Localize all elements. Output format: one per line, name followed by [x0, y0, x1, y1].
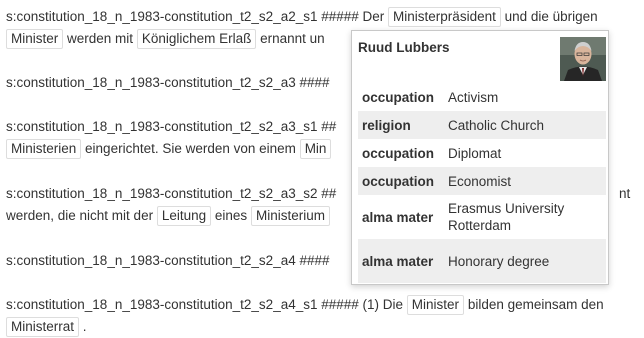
sentence-text: und die übrigen — [504, 9, 598, 24]
fact-row: occupation Diplomat — [358, 139, 606, 167]
paragraph-a4-s1-line2: Ministerrat . — [6, 316, 644, 338]
sentence-id-text: s:constitution_18_n_1983-constitution_t2… — [6, 253, 330, 268]
fact-row: alma mater Erasmus University Rotterdam — [358, 195, 606, 239]
sentence-text: eines — [214, 208, 248, 223]
fact-value: Diplomat — [448, 145, 502, 161]
fact-row: religion Catholic Church — [358, 111, 606, 139]
fact-value: Activism — [448, 89, 499, 105]
entity-tag-minister[interactable]: Minister — [6, 29, 64, 49]
fact-value: Erasmus University Rotterdam — [448, 201, 565, 233]
sentence-text: eingerichtet. Sie werden von einem — [85, 141, 296, 156]
fact-key: occupation — [362, 173, 435, 189]
fact-row: occupation Activism — [358, 83, 606, 111]
fact-row: alma mater Honorary degree — [358, 239, 606, 283]
popup-facts-table: occupation Activism religion Catholic Ch… — [358, 83, 606, 283]
sentence-id-text: s:constitution_18_n_1983-constitution_t2… — [6, 297, 404, 312]
sentence-id-text: s:constitution_18_n_1983-constitution_t2… — [6, 75, 330, 90]
person-photo-icon — [560, 37, 606, 81]
sentence-text: bilden gemeinsam den — [467, 297, 604, 312]
fact-key: occupation — [362, 145, 435, 161]
entity-info-popup: Ruud Lubbers occupation Activism religio… — [351, 30, 609, 285]
sentence-text: ernannt un — [260, 31, 325, 46]
fact-key: religion — [362, 117, 411, 133]
fact-key: alma mater — [362, 253, 434, 269]
popup-header: Ruud Lubbers — [352, 31, 608, 83]
sentence-id-text: s:constitution_18_n_1983-constitution_t2… — [6, 9, 385, 24]
popup-entity-name: Ruud Lubbers — [358, 40, 450, 55]
sentence-text: werden mit — [67, 31, 134, 46]
entity-tag-ministerpraesident[interactable]: Ministerpräsident — [388, 7, 501, 27]
fact-key: alma mater — [362, 209, 434, 225]
sentence-text: werden, die nicht mit der — [6, 208, 154, 223]
portrait-photo — [560, 37, 606, 81]
entity-tag-koeniglichem-erlass[interactable]: Königlichem Erlaß — [136, 29, 257, 49]
fact-row: occupation Economist — [358, 167, 606, 195]
paragraph-a4-s1: s:constitution_18_n_1983-constitution_t2… — [6, 294, 644, 316]
fact-key: occupation — [362, 89, 435, 105]
fact-value: Honorary degree — [448, 253, 550, 269]
sentence-end: . — [82, 319, 87, 334]
entity-tag-minister-partial[interactable]: Min — [299, 139, 332, 159]
sentence-id-text: s:constitution_18_n_1983-constitution_t2… — [6, 186, 337, 201]
entity-tag-minister-2[interactable]: Minister — [406, 295, 465, 315]
fact-value: Catholic Church — [448, 117, 545, 133]
sentence-id-text: s:constitution_18_n_1983-constitution_t2… — [6, 119, 337, 134]
fact-value: Economist — [448, 173, 512, 189]
entity-tag-leitung[interactable]: Leitung — [156, 206, 212, 226]
entity-tag-ministerium[interactable]: Ministerium — [250, 206, 330, 226]
sentence-text-tail: nt — [619, 186, 631, 201]
entity-tag-ministerien[interactable]: Ministerien — [6, 139, 82, 159]
entity-tag-ministerrat[interactable]: Ministerrat — [6, 317, 80, 337]
paragraph-a2-s1: s:constitution_18_n_1983-constitution_t2… — [6, 6, 644, 28]
